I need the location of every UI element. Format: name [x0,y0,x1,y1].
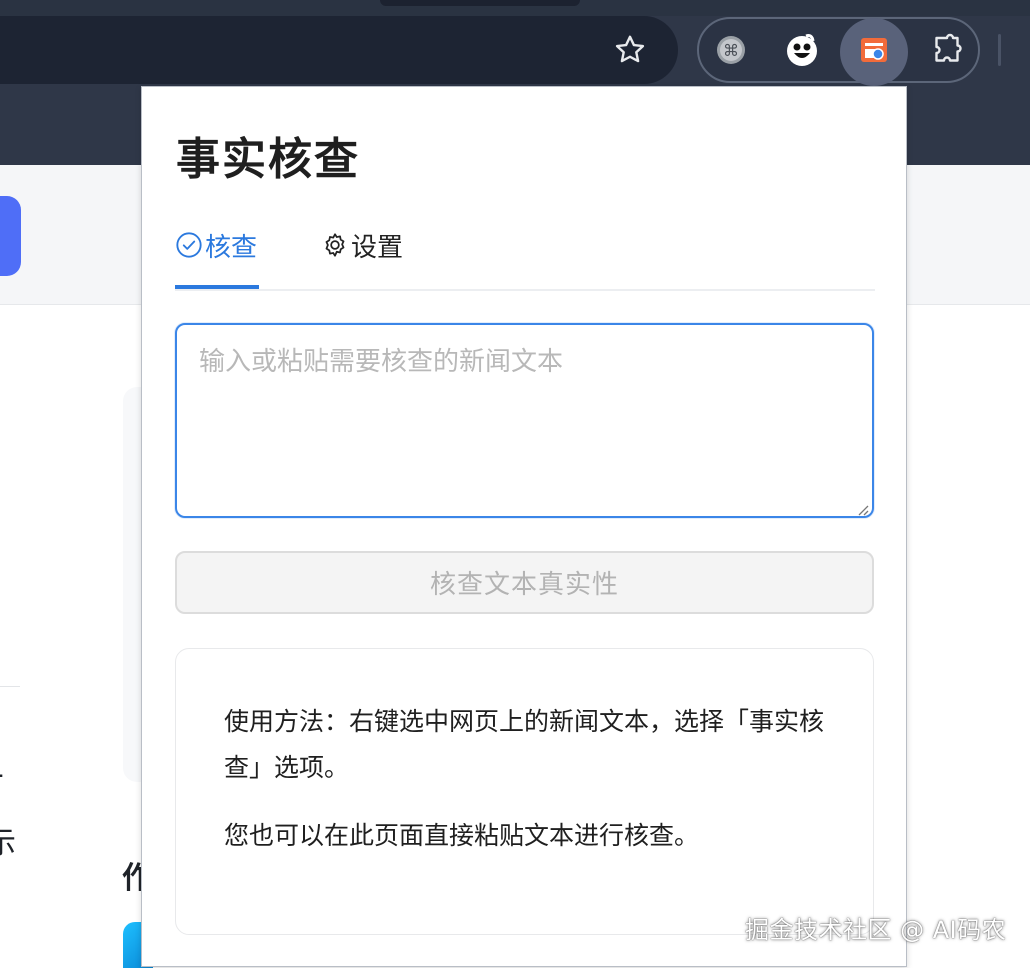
face-extension-icon[interactable] [779,27,825,73]
browser-tab[interactable] [380,0,580,6]
check-authenticity-button[interactable]: 核查文本真实性 [175,551,874,614]
page-text-fragment: 1 [0,750,5,785]
bookmark-star-icon[interactable] [612,32,648,68]
check-circle-icon [176,232,202,258]
page-divider [0,686,20,687]
resize-handle-icon[interactable] [855,501,869,516]
toolbar-divider [998,34,1001,66]
watermark: 掘金技术社区 @ AI码农 [745,916,1007,944]
tab-settings-label: 设置 [351,233,404,263]
fact-check-extension-icon[interactable] [851,27,897,73]
puzzle-extensions-icon[interactable] [924,27,970,73]
tab-settings[interactable]: 设置 [321,227,403,289]
gear-icon [325,233,345,257]
svg-text:⌘: ⌘ [723,41,739,60]
page-action-button[interactable] [0,196,21,276]
tab-check-label: 核查 [205,233,258,263]
tab-strip [0,0,1030,16]
fact-check-popup: 事实核查 核查 设置 核查文本真实性 使用方法：右键选中网页上的新闻文本，选择「… [141,86,907,967]
help-paste-text: 您也可以在此页面直接粘贴文本进行核查。 [224,821,700,850]
address-bar[interactable] [0,16,678,84]
news-text-input[interactable] [175,323,874,518]
page-text-fragment: 示 [0,826,16,861]
command-extension-icon[interactable]: ⌘ [708,27,754,73]
help-box: 使用方法：右键选中网页上的新闻文本，选择「事实核查」选项。 您也可以在此页面直接… [175,648,874,935]
popup-title: 事实核查 [176,134,360,185]
help-usage-text: 使用方法：右键选中网页上的新闻文本，选择「事实核查」选项。 [224,707,825,782]
popup-tabs: 核查 设置 [175,213,875,291]
tab-check[interactable]: 核查 [175,227,259,289]
